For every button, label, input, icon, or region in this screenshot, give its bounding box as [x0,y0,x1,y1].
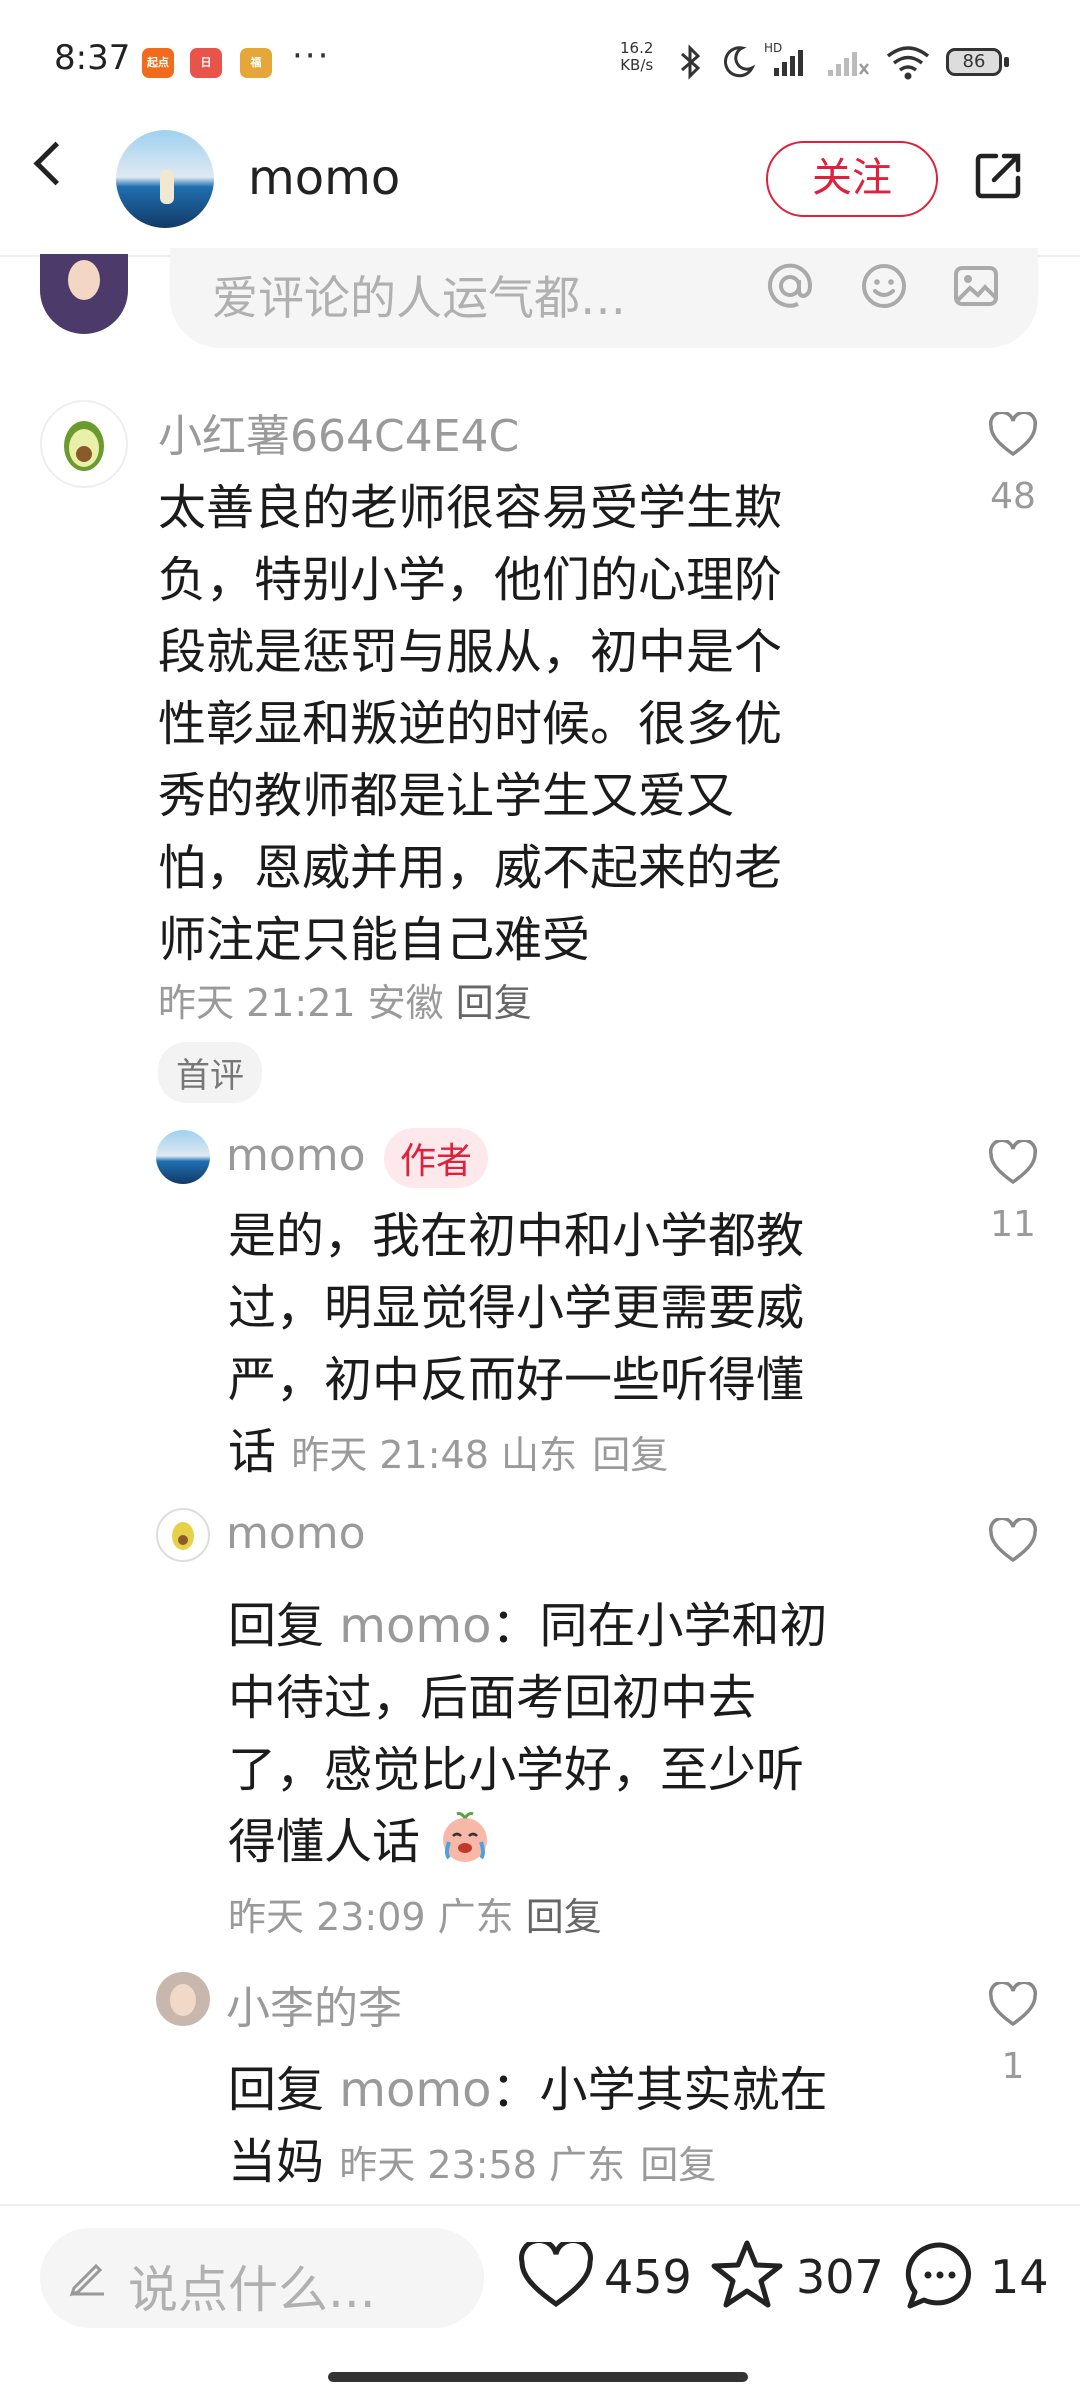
reply-author-avatar[interactable] [156,1130,210,1184]
comment-time-location: 昨天 21:21 安徽 [158,981,444,1025]
reply-colon: ： [491,2062,540,2118]
reply-line: 了，感觉比小学好，至少听 [228,1742,805,1798]
battery-icon: 86 [946,48,1002,76]
reply-to-user[interactable]: momo [339,2062,491,2118]
follow-button[interactable]: 关注 [766,141,938,217]
reply-last-line: 话 昨天 21:48 山东 回复 [228,1416,804,1491]
collect-star-icon[interactable] [710,2238,784,2312]
current-user-avatar [40,254,128,334]
comment-line: 秀的教师都是让学生又爱又 [158,768,735,824]
author-badge: 作者 [384,1128,489,1188]
like-count: 11 [990,1204,1036,1245]
network-speed-unit: KB/s [620,56,654,74]
reply-line: 是的，我在初中和小学都教 [228,1208,805,1264]
author-name[interactable]: momo [248,150,400,206]
like-count: 1 [1001,2046,1025,2087]
reply-author-name[interactable]: momo [226,1130,366,1181]
pencil-icon [69,2263,104,2297]
reply-body: 是的，我在初中和小学都教 过，明显觉得小学更需要威 严，初中反而好一些听得懂 话… [228,1200,804,1491]
author-avatar[interactable] [116,130,214,228]
reply-prefix: 回复 [228,2062,325,2118]
network-speed: 16.2 KB/s [620,40,653,74]
comment-body: 太善良的老师很容易受学生欺 负，特别小学，他们的心理阶 段就是惩罚与服从，初中是… [158,472,782,976]
status-bar: 8:37 起点 日 福 ··· 16.2 KB/s HD 86 [0,0,1080,120]
avocado-avatar[interactable] [156,1508,210,1562]
first-comment-tag: 首评 [158,1042,262,1103]
reply-line-end: 话 [228,1424,277,1480]
emoji-icon[interactable] [860,262,908,310]
more-notifications-icon: ··· [292,36,331,76]
status-time: 8:37 [54,38,131,78]
like-heart-icon[interactable] [988,412,1038,458]
signal-hd-icon: HD [764,41,803,76]
reply-link[interactable]: 回复 [640,2143,716,2187]
battery-tip [1004,57,1009,67]
reply-body: 回复 momo：同在小学和初 中待过，后面考回初中去 了，感觉比小学好，至少听 … [228,1590,828,1941]
signal-weak-icon [828,52,869,76]
reply-time-location: 昨天 23:09 广东 [228,1895,514,1939]
reply-link[interactable]: 回复 [592,1433,668,1477]
reply-first-line: 回复 momo：同在小学和初 [228,1590,828,1662]
reply-line-end: 当妈 [228,2134,325,2190]
like-heart-icon[interactable] [988,1518,1038,1564]
reply-author-name[interactable]: momo [226,1508,366,1559]
comment-line: 负，特别小学，他们的心理阶 [158,552,783,608]
comment-line: 怕，恩威并用，威不起来的老 [158,840,783,896]
do-not-disturb-moon-icon [723,46,756,78]
crying-emoji-icon [443,1812,488,1862]
collect-total-count: 307 [796,2250,884,2304]
reply-link[interactable]: 回复 [456,981,532,1025]
bottom-bar-divider [0,2204,1080,2206]
comment-total-count: 14 [990,2250,1049,2304]
comment-line: 师注定只能自己难受 [158,912,591,968]
like-count: 48 [990,476,1036,517]
avocado-avatar[interactable] [40,400,128,488]
comment-meta: 昨天 21:21 安徽 回复 [158,972,532,1027]
like-heart-icon[interactable] [988,1140,1038,1186]
wifi-icon [886,46,930,80]
reply-time-location: 昨天 23:58 广东 [339,2143,625,2187]
bluetooth-icon [681,44,701,80]
reply-link[interactable]: 回复 [526,1895,602,1939]
reply-line: 中待过，后面考回初中去 [228,1670,757,1726]
image-picker-icon[interactable] [952,262,1000,310]
comment-line: 太善良的老师很容易受学生欺 [158,480,783,536]
reply-line: 同在小学和初 [539,1598,828,1654]
reply-to-user[interactable]: momo [339,1598,491,1654]
mention-at-icon[interactable] [766,262,814,310]
app-badge-qidian: 起点 [142,48,174,78]
reply-prefix: 回复 [228,1598,325,1654]
reply-body: 回复 momo：小学其实就在 当妈 昨天 23:58 广东 回复 [228,2054,828,2201]
comment-bubble-icon[interactable] [904,2240,976,2312]
app-badge-calendar: 日 [190,48,222,78]
reply-meta: 昨天 23:09 广东 回复 [228,1886,828,1941]
like-total-count: 459 [604,2250,692,2304]
reply-line: 过，明显觉得小学更需要威 [228,1280,805,1336]
home-indicator[interactable] [328,2372,748,2382]
reply-line: 严，初中反而好一些听得懂 [228,1352,805,1408]
comment-line: 段就是惩罚与服从，初中是个 [158,624,783,680]
reply-last-line: 得懂人话 [228,1806,828,1878]
avocado-icon [172,1522,194,1550]
reply-line-end: 得懂人话 [228,1814,421,1870]
network-speed-value: 16.2 [620,39,654,57]
reply-author-name[interactable]: 小李的李 [226,1972,402,2036]
app-badge-fu: 福 [240,48,272,78]
like-heart-icon[interactable] [988,1982,1038,2028]
reply-line: 小学其实就在 [539,2062,828,2118]
reply-last-line: 当妈 昨天 23:58 广东 回复 [228,2126,828,2201]
like-heart-icon[interactable] [518,2242,594,2310]
avocado-icon [64,421,104,471]
reply-author-avatar[interactable] [156,1972,210,2026]
say-something-placeholder: 说点什么... [128,2261,376,2319]
comment-line: 性彰显和叛逆的时候。很多优 [158,696,783,752]
share-icon[interactable] [974,150,1024,200]
comment-author-name[interactable]: 小红薯664C4E4C [158,400,519,464]
comment-input-placeholder: 爱评论的人运气都… [212,271,626,325]
reply-colon: ： [491,1598,540,1654]
reply-time-location: 昨天 21:48 山东 [291,1433,577,1477]
reply-first-line: 回复 momo：小学其实就在 [228,2054,828,2126]
svg-text:HD: HD [764,41,782,55]
